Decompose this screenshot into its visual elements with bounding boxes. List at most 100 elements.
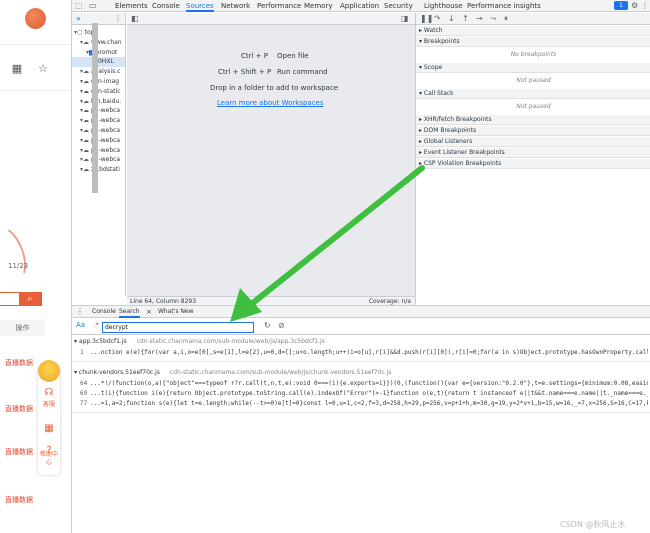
divider (0, 90, 71, 91)
more-options-icon[interactable]: ⋮ (641, 0, 649, 12)
shortcut-action: Run command (277, 68, 328, 76)
section-label: Call Stack (423, 90, 454, 97)
deactivate-breakpoints-icon[interactable]: ⤳ (490, 13, 496, 25)
result-line[interactable]: 69 ...t(i){function i(e){return Object.pr… (80, 389, 648, 399)
refresh-icon[interactable]: ↻ (264, 321, 271, 330)
show-debugger-icon[interactable]: ◨ (401, 13, 409, 25)
debugger-section-header[interactable]: ▸ Watch (416, 26, 650, 36)
debugger-section-header[interactable]: ▾ Scope (416, 63, 650, 73)
tab-network[interactable]: Network (221, 0, 250, 12)
pause-icon[interactable]: ❚❚ (420, 13, 433, 25)
debugger-section-header[interactable]: ▸ XHR/fetch Breakpoints (416, 115, 650, 125)
line-text: ...nction e(e){for(var a,i,o=e[0],s=e[1]… (90, 349, 648, 356)
cloud-icon: ☁ (83, 78, 91, 85)
result-file-path: cdn-static.chanmama.com/sub-module/web/j… (136, 338, 325, 345)
tree-item[interactable]: ▫ 0HXL (72, 57, 125, 68)
clear-icon[interactable]: ⊘ (278, 321, 285, 330)
tab-memory[interactable]: Memory (304, 0, 332, 12)
cloud-icon: ☁ (83, 68, 91, 76)
close-icon[interactable]: × (146, 306, 152, 318)
search-icon: ⌕ (27, 294, 33, 304)
tab-performance-insights[interactable]: Performance insights (467, 0, 541, 12)
web-page-strip: ▦ ☆ 11/23 ⌕ 操作 直播数据 直播数据 直播数据 直播数据 ☊ 客服 … (0, 0, 72, 533)
editor-header: ◧ ◨ (127, 13, 415, 25)
service-label[interactable]: 客服 (38, 401, 60, 409)
qr-code-icon[interactable]: ▦ (10, 62, 24, 76)
issues-badge[interactable]: 1 (614, 1, 628, 10)
cloud-icon: ☁ (83, 166, 91, 174)
result-line[interactable]: 1 ...nction e(e){for(var a,i,o=e[0],s=e[1… (80, 348, 648, 358)
live-data-link[interactable]: 直播数据 (5, 447, 33, 457)
tab-lighthouse[interactable]: Lighthouse (424, 0, 463, 12)
divider (0, 44, 71, 45)
cloud-icon: ☁ (83, 127, 91, 134)
tab-security[interactable]: Security (384, 0, 413, 12)
pause-on-exceptions-icon[interactable]: ⏸ (504, 13, 508, 25)
debugger-section-header[interactable]: ▸ DOM Breakpoints (416, 126, 650, 136)
step-out-icon[interactable]: ↑ (462, 13, 469, 25)
live-data-link[interactable]: 直播数据 (5, 495, 33, 505)
cloud-icon: ☁ (83, 97, 91, 105)
drawer-tab-console[interactable]: Console (92, 306, 116, 318)
search-button[interactable]: ⌕ (19, 292, 41, 306)
result-file-header[interactable]: ▾ app.3c5bdcf1.js cdn-static.chanmama.com… (74, 337, 325, 347)
drawer-tab-search[interactable]: Search (119, 306, 140, 318)
section-label: CSP Violation Breakpoints (423, 160, 502, 167)
grid-icon[interactable]: ▦ (42, 423, 56, 435)
result-file-header[interactable]: ▾ chunk-vendors.51eef70c.js cdn-static.ch… (74, 368, 391, 378)
help-label[interactable]: 帮助中心 (38, 451, 60, 467)
shortcut-keys: Ctrl + Shift + P (218, 68, 272, 76)
section-label: Global Listeners (423, 138, 473, 145)
editor-pane: ◧ ◨ Ctrl + P Open file Ctrl + Shift + P … (127, 13, 415, 296)
debugger-section-header[interactable]: ▸ CSP Violation Breakpoints (416, 159, 650, 169)
learn-more-link[interactable]: Learn more about Workspaces (217, 99, 323, 107)
tab-performance[interactable]: Performance (257, 0, 301, 12)
cloud-icon: ☁ (83, 117, 91, 125)
section-label: XHR/fetch Breakpoints (423, 116, 492, 123)
regex-toggle[interactable]: .* (93, 321, 99, 329)
drawer-tab-whats-new[interactable]: What's New (158, 306, 194, 318)
line-text: ...=1,a=2;function s(e){let t=e.length;w… (90, 400, 648, 407)
step-over-icon[interactable]: ↷ (434, 13, 441, 25)
line-text: ...t(i){function i(e){return Object.prot… (90, 390, 648, 397)
live-data-link[interactable]: 直播数据 (5, 404, 33, 414)
show-navigator-icon[interactable]: ◧ (131, 13, 139, 25)
settings-icon[interactable]: ⚙ (631, 0, 638, 12)
device-toggle-icon[interactable]: ▭ (89, 0, 97, 12)
line-number: 1 (80, 349, 84, 356)
divider (72, 361, 650, 362)
result-line[interactable]: 64 ...*!/(function(o,a){"object"===typeof… (80, 379, 648, 389)
step-into-icon[interactable]: ↓ (448, 13, 455, 25)
more-tabs-icon[interactable]: » (76, 13, 81, 25)
star-icon[interactable]: ☆ (36, 62, 50, 76)
search-toolbar: Aa .* ↻ ⊘ (72, 319, 650, 335)
headset-icon[interactable]: ☊ (42, 387, 56, 399)
cloud-icon: ☁ (83, 156, 91, 164)
tab-console[interactable]: Console (152, 0, 180, 12)
devtools-tabbar: ⬚ ▭ Elements Console Sources Network Per… (72, 0, 650, 12)
more-options-icon[interactable]: ⋮ (114, 13, 122, 25)
navigator-scrollbar[interactable] (92, 23, 98, 193)
empty-state-text: No breakpoints (510, 51, 557, 58)
match-case-toggle[interactable]: Aa (76, 321, 85, 329)
empty-state-text: Not paused (516, 77, 551, 84)
cloud-icon: ☁ (83, 87, 91, 95)
tab-elements[interactable]: Elements (115, 0, 148, 12)
frame-icon: ▢ (77, 29, 85, 36)
debugger-section-header[interactable]: ▾ Breakpoints (416, 37, 650, 47)
drawer-menu-icon[interactable]: ⋮ (76, 306, 84, 318)
debugger-toolbar: ❚❚ ↷ ↓ ↑ → ⤳ ⏸ (416, 13, 650, 25)
live-data-link[interactable]: 直播数据 (5, 358, 33, 368)
debugger-section-header[interactable]: ▸ Global Listeners (416, 137, 650, 147)
editor-status-bar: Line 64, Column 8293 Coverage: n/a (127, 296, 415, 305)
debugger-section-header[interactable]: ▾ Call Stack (416, 89, 650, 99)
chart-curve (0, 220, 34, 290)
result-line[interactable]: 77 ...=1,a=2;function s(e){let t=e.length… (80, 399, 648, 409)
debugger-section-header[interactable]: ▸ Event Listener Breakpoints (416, 148, 650, 158)
search-query-input[interactable] (102, 322, 254, 333)
tab-sources[interactable]: Sources (186, 0, 214, 12)
inspect-icon[interactable]: ⬚ (75, 0, 83, 12)
step-icon[interactable]: → (476, 13, 483, 25)
avatar[interactable] (25, 8, 46, 29)
tab-application[interactable]: Application (340, 0, 379, 12)
